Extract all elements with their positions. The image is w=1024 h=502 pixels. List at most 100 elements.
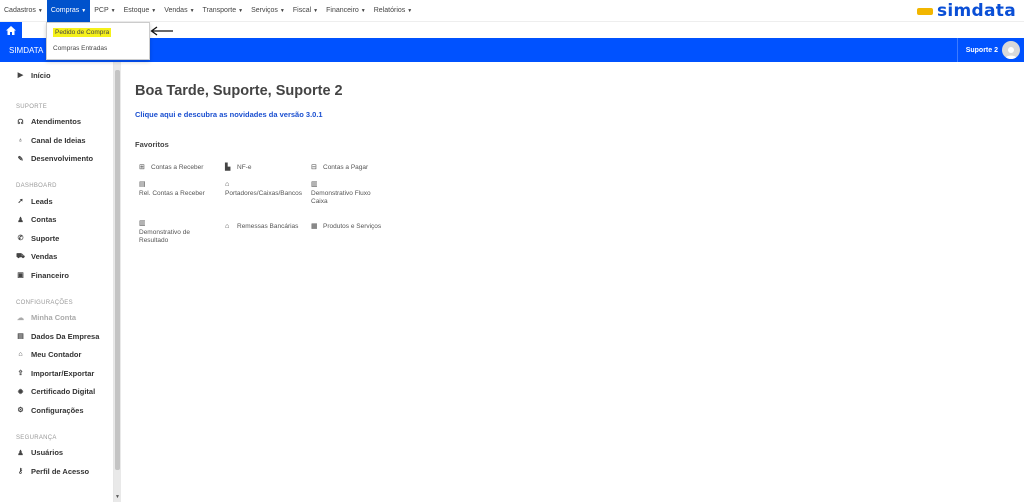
- favorite-demonstrativo-fluxo-caixa[interactable]: ▥ Demonstrativo Fluxo Caixa: [311, 181, 381, 206]
- menu-pcp[interactable]: PCP ▼: [90, 0, 119, 22]
- pencil-icon: ✎: [17, 155, 24, 163]
- caret-down-icon: ▼: [238, 7, 244, 14]
- document-icon: ▙: [225, 164, 231, 171]
- sidebar-item-label: Dados Da Empresa: [31, 331, 100, 341]
- caret-down-icon: ▼: [81, 7, 87, 14]
- sidebar-item-label: Usuários: [31, 448, 64, 458]
- menu-fiscal[interactable]: Fiscal ▼: [289, 0, 322, 22]
- favorite-label: Remessas Bancárias: [237, 223, 299, 230]
- barcode-icon: ▦: [311, 223, 318, 230]
- sidebar-item-label: Financeiro: [31, 270, 69, 280]
- menu-relatorios[interactable]: Relatórios ▼: [370, 0, 416, 22]
- sidebar-item-importar-exportar[interactable]: ⇪ Importar/Exportar: [0, 364, 113, 383]
- menu-estoque[interactable]: Estoque ▼: [120, 0, 161, 22]
- rocket-icon: ➚: [17, 198, 24, 206]
- news-link[interactable]: Clique aqui e descubra as novidades da v…: [135, 110, 323, 119]
- sidebar-item-meu-contador[interactable]: ⌂ Meu Contador: [0, 346, 113, 365]
- menu-label: Transporte: [202, 6, 237, 14]
- favorite-label: Demonstrativo Fluxo Caixa: [311, 190, 371, 205]
- favorite-portadores[interactable]: ⌂ Portadores/Caixas/Bancos: [225, 181, 311, 198]
- sidebar-item-configuracoes[interactable]: ⚙ Configurações: [0, 401, 113, 420]
- sidebar-section-configuracoes: CONFIGURAÇÕES: [16, 299, 73, 306]
- sidebar-item-vendas[interactable]: ⛟ Vendas: [0, 248, 113, 267]
- menu-financeiro[interactable]: Financeiro ▼: [322, 0, 370, 22]
- favorite-label: Produtos e Serviços: [323, 223, 382, 230]
- caret-down-icon: ▼: [407, 7, 413, 14]
- favorite-label: Contas a Pagar: [323, 164, 369, 171]
- sidebar-scrollbar[interactable]: ▼: [114, 62, 121, 502]
- sidebar-item-label: Certificado Digital: [31, 387, 96, 397]
- sidebar-item-minha-conta[interactable]: ☁ Minha Conta: [0, 309, 113, 328]
- users-icon: ♟: [17, 449, 24, 457]
- sidebar-item-atendimentos[interactable]: ☊ Atendimentos: [0, 113, 113, 132]
- caret-down-icon: ▼: [189, 7, 195, 14]
- menu-label: Relatórios: [373, 6, 406, 14]
- favorite-contas-a-receber[interactable]: ⊞ Contas a Receber: [139, 164, 225, 172]
- avatar: [1002, 41, 1020, 59]
- logo-text: simdata: [937, 1, 1016, 21]
- key-icon: ⚷: [17, 468, 24, 476]
- sidebar-item-certificado-digital[interactable]: ✹ Certificado Digital: [0, 383, 113, 402]
- bank-icon: ⌂: [225, 223, 230, 230]
- menu-vendas[interactable]: Vendas ▼: [160, 0, 198, 22]
- favorite-demonstrativo-de-resultado[interactable]: ▥ Demonstrativo de Resultado: [139, 220, 207, 245]
- favorite-contas-a-pagar[interactable]: ⊟ Contas a Pagar: [311, 164, 397, 172]
- favorite-nf-e[interactable]: ▙ NF-e: [225, 164, 311, 172]
- favorite-label: Contas a Receber: [151, 164, 204, 171]
- cart-icon: ⛟: [16, 253, 25, 261]
- certificate-icon: ✹: [17, 388, 24, 396]
- play-icon: ▶: [17, 72, 24, 80]
- sidebar-section-seguranca: SEGURANÇA: [16, 434, 57, 441]
- compras-dropdown: Pedido de Compra Compras Entradas: [46, 22, 150, 60]
- menu-compras[interactable]: Compras ▼: [46, 0, 91, 22]
- caret-down-icon: ▼: [151, 7, 157, 14]
- menu-transporte[interactable]: Transporte ▼: [199, 0, 248, 22]
- favorite-produtos-e-servicos[interactable]: ▦ Produtos e Serviços: [311, 223, 397, 231]
- menu-servicos[interactable]: Serviços ▼: [247, 0, 289, 22]
- annotation-arrow-icon: [150, 26, 173, 36]
- building-icon: ▤: [17, 333, 24, 341]
- scroll-down-arrow-icon[interactable]: ▼: [115, 494, 120, 500]
- dropdown-item-pedido-de-compra[interactable]: Pedido de Compra: [47, 25, 149, 41]
- sidebar-item-leads[interactable]: ➚ Leads: [0, 192, 113, 211]
- home-button[interactable]: [0, 22, 22, 38]
- bar-chart-icon: ▥: [311, 181, 318, 188]
- sidebar-item-label: Meu Contador: [31, 350, 82, 360]
- favorite-label: Demonstrativo de Resultado: [139, 229, 190, 244]
- menu-label: Cadastros: [4, 6, 36, 14]
- sidebar-item-label: Contas: [31, 215, 57, 225]
- favorite-remessas-bancarias[interactable]: ⌂ Remessas Bancárias: [225, 223, 311, 231]
- sidebar-item-contas[interactable]: ♟ Contas: [0, 211, 113, 230]
- favorite-label: Portadores/Caixas/Bancos: [225, 190, 302, 197]
- caret-down-icon: ▼: [313, 7, 319, 14]
- sidebar-item-perfil-de-acesso[interactable]: ⚷ Perfil de Acesso: [0, 462, 113, 481]
- logo-badge-icon: [917, 7, 933, 15]
- lightbulb-icon: ♁: [17, 136, 24, 144]
- user-menu[interactable]: Suporte 2: [956, 38, 1024, 62]
- sidebar-item-usuarios[interactable]: ♟ Usuários: [0, 444, 113, 463]
- menu-cadastros[interactable]: Cadastros ▼: [0, 0, 47, 22]
- cloud-icon: ☁: [17, 314, 24, 322]
- sidebar-item-inicio[interactable]: ▶ Início: [0, 66, 113, 85]
- dropdown-item-compras-entradas[interactable]: Compras Entradas: [47, 41, 149, 57]
- user-silhouette-icon: [1005, 47, 1017, 59]
- dropdown-item-label: Pedido de Compra: [53, 28, 112, 37]
- sidebar-item-dados-da-empresa[interactable]: ▤ Dados Da Empresa: [0, 327, 113, 346]
- caret-down-icon: ▼: [279, 7, 285, 14]
- sidebar-item-canal-de-ideias[interactable]: ♁ Canal de Ideias: [0, 131, 113, 150]
- sidebar-item-desenvolvimento[interactable]: ✎ Desenvolvimento: [0, 150, 113, 169]
- scrollbar-thumb[interactable]: [115, 70, 120, 470]
- sidebar-item-label: Desenvolvimento: [31, 154, 94, 164]
- dropdown-item-label: Compras Entradas: [53, 45, 108, 52]
- sidebar-item-label: Perfil de Acesso: [31, 466, 90, 476]
- sidebar-item-financeiro[interactable]: ▣ Financeiro: [0, 266, 113, 285]
- logo[interactable]: simdata: [917, 1, 1016, 21]
- home-icon: [6, 25, 16, 35]
- brand-label: SIMDATA: [9, 45, 44, 55]
- caret-down-icon: ▼: [37, 7, 43, 14]
- sidebar-item-suporte[interactable]: ✆ Suporte: [0, 229, 113, 248]
- bar-chart-icon: ▥: [139, 220, 146, 227]
- sidebar-item-label: Início: [31, 70, 51, 80]
- favorite-rel-contas-a-receber[interactable]: ▤ Rel. Contas a Receber: [139, 181, 225, 198]
- sidebar-item-label: Atendimentos: [31, 117, 82, 127]
